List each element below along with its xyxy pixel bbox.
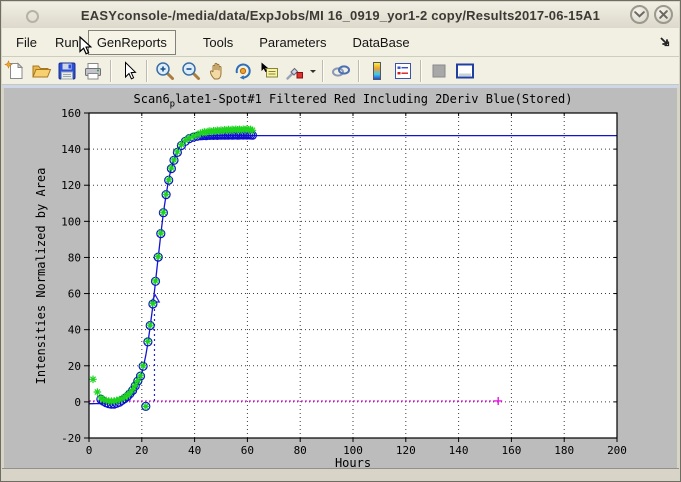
zoom-in-button[interactable] bbox=[152, 59, 178, 83]
plottools-show-icon bbox=[454, 60, 476, 82]
insert-colorbar-button[interactable] bbox=[364, 59, 390, 83]
brush-dropdown-button[interactable] bbox=[308, 59, 318, 83]
menu-tools[interactable]: Tools bbox=[194, 30, 242, 55]
link-plots-button[interactable] bbox=[328, 59, 354, 83]
dropdown-caret-icon bbox=[309, 62, 317, 80]
toolbar-separator bbox=[420, 60, 422, 82]
pan-tool-button[interactable] bbox=[204, 59, 230, 83]
plottools-off-button[interactable] bbox=[426, 59, 452, 83]
printer-icon bbox=[82, 60, 104, 82]
new-file-icon bbox=[4, 60, 26, 82]
save-floppy-icon bbox=[56, 60, 78, 82]
menu-file[interactable]: File bbox=[7, 30, 46, 55]
svg-text:-20: -20 bbox=[61, 432, 81, 445]
svg-text:0: 0 bbox=[74, 396, 81, 409]
brush-tool-button[interactable] bbox=[282, 59, 308, 83]
open-folder-icon bbox=[30, 60, 52, 82]
svg-text:100: 100 bbox=[61, 215, 81, 228]
chevron-down-icon bbox=[634, 11, 645, 18]
toolbar-separator bbox=[322, 60, 324, 82]
print-button[interactable] bbox=[80, 59, 106, 83]
colorbar-icon bbox=[366, 60, 388, 82]
toolbar-separator bbox=[146, 60, 148, 82]
rotate-3d-icon bbox=[232, 60, 254, 82]
legend-icon bbox=[392, 60, 414, 82]
zoom-in-icon bbox=[154, 60, 176, 82]
toolbar-separator bbox=[110, 60, 112, 82]
app-window: EASYconsole-/media/data/ExpJobs/MI 16_09… bbox=[0, 0, 681, 482]
svg-text:60: 60 bbox=[68, 288, 81, 301]
window-title: EASYconsole-/media/data/ExpJobs/MI 16_09… bbox=[81, 8, 600, 23]
menu-bar: File Run GenReports Tools Parameters Dat… bbox=[2, 28, 679, 57]
toolbar bbox=[2, 57, 679, 85]
menu-database[interactable]: DataBase bbox=[343, 30, 418, 55]
dock-arrow-icon[interactable] bbox=[659, 36, 671, 51]
plot-title: Scan6plate1-Spot#1 Filtered Red Includin… bbox=[89, 92, 617, 109]
plot-canvas[interactable]: 020406080100120140160180200-200204060801… bbox=[4, 88, 679, 471]
insert-legend-button[interactable] bbox=[390, 59, 416, 83]
figure-area: 020406080100120140160180200-200204060801… bbox=[4, 88, 677, 471]
pan-hand-icon bbox=[206, 60, 228, 82]
mouse-cursor-icon bbox=[79, 36, 94, 62]
zoom-out-icon bbox=[180, 60, 202, 82]
rotate-3d-button[interactable] bbox=[230, 59, 256, 83]
svg-text:120: 120 bbox=[61, 179, 81, 192]
plottools-show-button[interactable] bbox=[452, 59, 478, 83]
zoom-out-button[interactable] bbox=[178, 59, 204, 83]
link-chain-icon bbox=[330, 60, 352, 82]
svg-text:140: 140 bbox=[61, 143, 81, 156]
window-bottom-border bbox=[2, 468, 679, 480]
svg-text:20: 20 bbox=[68, 360, 81, 373]
plottools-off-icon bbox=[428, 60, 450, 82]
toolbar-separator bbox=[358, 60, 360, 82]
menu-parameters[interactable]: Parameters bbox=[250, 30, 335, 55]
title-bar[interactable]: EASYconsole-/media/data/ExpJobs/MI 16_09… bbox=[2, 2, 679, 29]
brush-icon bbox=[284, 60, 306, 82]
window-menu-icon[interactable] bbox=[26, 10, 39, 23]
data-cursor-icon bbox=[258, 60, 280, 82]
open-file-button[interactable] bbox=[28, 59, 54, 83]
rollup-button[interactable] bbox=[630, 5, 649, 24]
svg-text:40: 40 bbox=[68, 324, 81, 337]
svg-text:160: 160 bbox=[61, 107, 81, 120]
new-file-button[interactable] bbox=[2, 59, 28, 83]
close-button[interactable] bbox=[654, 5, 673, 24]
pointer-tool-button[interactable] bbox=[116, 59, 142, 83]
save-button[interactable] bbox=[54, 59, 80, 83]
data-cursor-button[interactable] bbox=[256, 59, 282, 83]
close-icon bbox=[659, 10, 668, 19]
menu-genreports[interactable]: GenReports bbox=[88, 30, 176, 55]
pointer-icon bbox=[118, 60, 140, 82]
y-axis-label: Intensities Normalized by Area bbox=[34, 168, 48, 385]
svg-text:80: 80 bbox=[68, 251, 81, 264]
